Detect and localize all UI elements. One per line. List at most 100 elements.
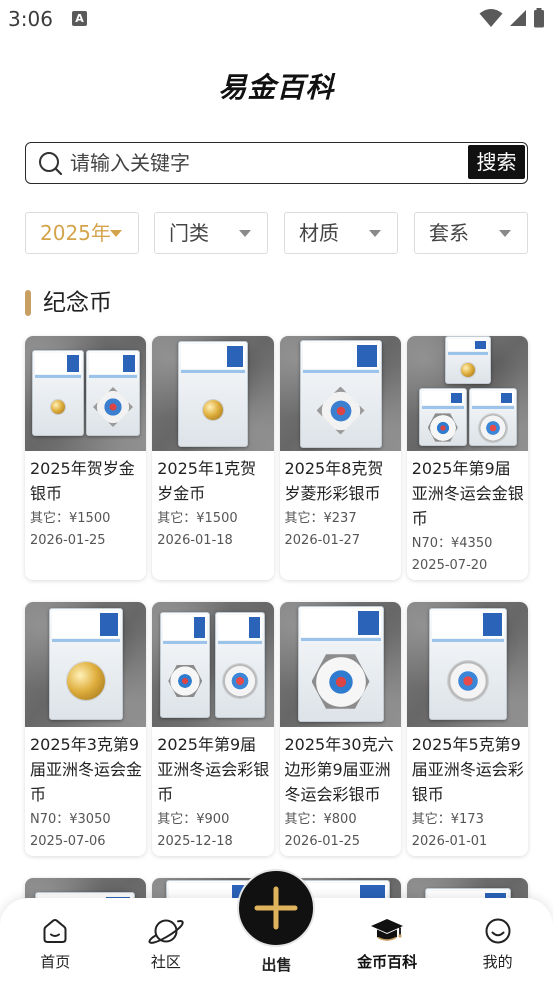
product-price: 其它：¥1500 (157, 511, 238, 526)
product-info: 2025年1克贺岁金币 其它：¥1500 2026-01-18 (152, 451, 273, 555)
coin-slab (428, 608, 507, 720)
product-title: 2025年第9届亚洲冬运会彩银币 (157, 735, 270, 804)
slab-label (302, 343, 379, 369)
slab-label (421, 391, 464, 405)
product-image (279, 336, 401, 451)
filter-category[interactable]: 门类 (154, 212, 268, 254)
search-input[interactable] (70, 147, 440, 179)
slab-grade-tag (356, 345, 377, 367)
product-image (152, 602, 274, 727)
product-title: 2025年8克贺岁菱形彩银币 (284, 459, 384, 503)
nav-sell[interactable]: 出售 (221, 869, 332, 984)
product-date: 2026-01-01 (411, 834, 488, 849)
filter-bar: 2025年 门类 材质 套系 (25, 212, 528, 254)
coin-slab (468, 388, 517, 446)
filter-material-label: 材质 (299, 221, 339, 245)
slab-grade-tag (450, 393, 462, 403)
slab-strip (302, 370, 379, 373)
nav-profile[interactable]: 我的 (442, 898, 553, 984)
product-card[interactable]: 2025年30克六边形第9届亚洲冬运会彩银币 其它：¥800 2026-01-25 (279, 602, 401, 856)
product-card[interactable]: 2025年1克贺岁金币 其它：¥1500 2026-01-18 (152, 336, 274, 580)
slab-strip (431, 639, 504, 642)
product-title: 2025年3克第9届亚洲冬运会金币 (30, 735, 143, 804)
coin (427, 413, 458, 442)
slab-label (300, 609, 381, 637)
product-title: 2025年30克六边形第9届亚洲冬运会彩银币 (284, 735, 394, 804)
product-date: 2025-07-06 (30, 834, 106, 849)
slab-label (181, 344, 246, 369)
coin-slab (178, 341, 249, 447)
product-card[interactable]: 2025年第9届亚洲冬运会金银币 N70：¥4350 2025-07-20 (406, 336, 528, 580)
cellular-signal-icon (509, 9, 527, 27)
slab-label (52, 611, 120, 638)
product-card[interactable]: 2025年8克贺岁菱形彩银币 其它：¥237 2026-01-27 (279, 336, 401, 580)
search-button[interactable]: 搜索 (468, 145, 525, 179)
slab-grade-tag (226, 346, 244, 367)
product-card[interactable]: 2025年第9届亚洲冬运会彩银币其它：¥900 2025-12-18 (152, 602, 274, 856)
battery-icon (533, 8, 545, 28)
coin-slab (444, 336, 491, 384)
status-time: 3:06 (8, 7, 53, 31)
filter-series-label: 套系 (429, 221, 469, 245)
app-logo: 易金百科 (218, 71, 335, 104)
slab-strip (35, 375, 81, 378)
slab-grade-tag (248, 617, 261, 638)
slab-label (447, 339, 488, 351)
nav-sell-label: 出售 (261, 956, 292, 974)
coin-slab (32, 350, 84, 436)
slab-label (471, 391, 514, 405)
slab-label (163, 615, 208, 640)
filter-material[interactable]: 材质 (284, 212, 398, 254)
slab-grade-tag (122, 355, 135, 372)
slab-strip (163, 641, 208, 644)
coin (316, 386, 365, 435)
product-title: 2025年贺岁金银币 (30, 459, 135, 503)
product-image (25, 602, 147, 727)
slab-grade-tag (100, 613, 118, 636)
product-card[interactable]: 2025年3克第9届亚洲冬运会金币 N70：¥3050 2025-07-06 (25, 602, 147, 856)
slab-label (35, 353, 81, 374)
section-title: 纪念币 (43, 290, 112, 316)
slab-strip (447, 352, 488, 355)
plus-icon (254, 886, 298, 930)
product-info: 2025年贺岁金银币 其它：¥1500 2026-01-25 (25, 451, 146, 555)
slab-label (431, 611, 504, 638)
slab-strip (52, 639, 120, 642)
coin-slab (160, 612, 211, 718)
product-price: 其它：¥900 (157, 812, 230, 827)
smile-icon (483, 916, 513, 946)
product-info: 2025年30克六边形第9届亚洲冬运会彩银币 其它：¥800 2026-01-25 (280, 727, 401, 856)
nav-home[interactable]: 首页 (0, 898, 111, 984)
coin (93, 387, 133, 427)
nav-home-label: 首页 (40, 953, 71, 971)
nav-coin-wiki[interactable]: 金币百科 (332, 898, 443, 984)
nav-profile-label: 我的 (482, 953, 513, 971)
slab-label (89, 353, 137, 374)
product-price: 其它：¥173 (411, 812, 484, 827)
nav-community-label: 社区 (150, 953, 181, 971)
nav-coin-wiki-label: 金币百科 (357, 953, 418, 971)
notification-icon: A (72, 11, 87, 26)
nav-community[interactable]: 社区 (111, 898, 222, 984)
search-bar: 搜索 (25, 142, 528, 184)
slab-strip (218, 641, 263, 644)
product-card[interactable]: 2025年贺岁金银币 其它：¥1500 2026-01-25 (25, 336, 147, 580)
coin (223, 664, 258, 698)
app-screen: 3:06 A 易金百科 搜索 2025年 门类 (0, 0, 553, 984)
coin (478, 413, 507, 442)
product-title: 2025年第9届亚洲冬运会金银币 (411, 459, 524, 528)
product-date: 2026-01-18 (157, 533, 233, 548)
filter-series[interactable]: 套系 (414, 212, 528, 254)
home-icon (40, 916, 70, 946)
product-price: 其它：¥800 (284, 812, 357, 827)
coin-slab (418, 388, 467, 446)
product-date: 2025-12-18 (157, 834, 233, 849)
coin (51, 400, 65, 414)
coin (67, 662, 105, 700)
sell-button[interactable] (237, 869, 316, 947)
filter-year[interactable]: 2025年 (25, 212, 139, 254)
filter-category-label: 门类 (169, 221, 209, 245)
product-card[interactable]: 2025年5克第9届亚洲冬运会彩银币 其它：¥173 2026-01-01 (406, 602, 528, 856)
coin (460, 362, 475, 377)
slab-label (218, 615, 263, 640)
